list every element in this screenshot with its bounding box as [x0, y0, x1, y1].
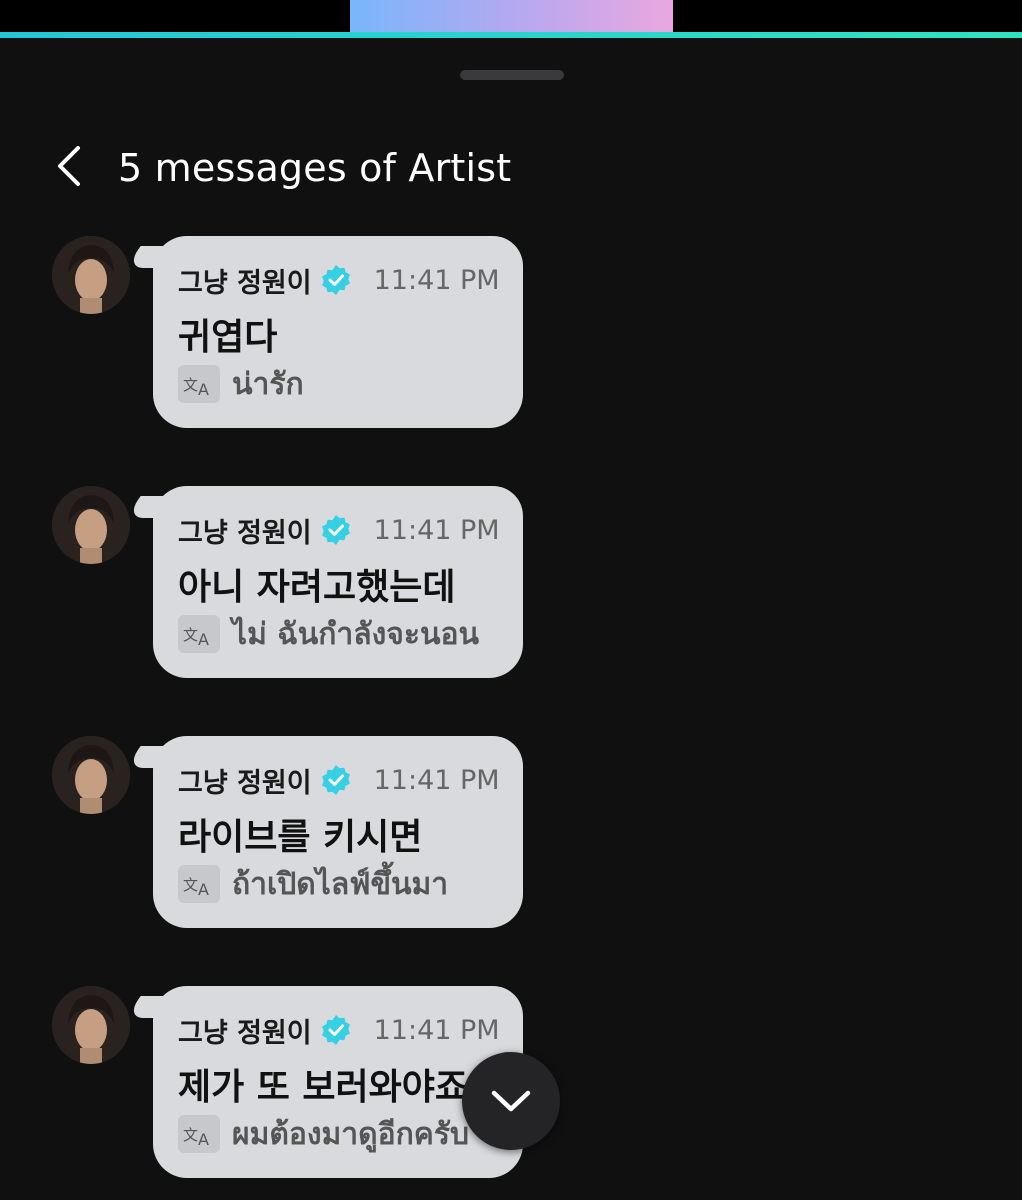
status-bar	[0, 0, 1022, 32]
message-item: 그냥 정원이 11:41 PM 아니 자려고했는데 文A ไม่ ฉันกำลั…	[52, 486, 532, 680]
verified-badge-icon	[320, 764, 352, 796]
sender-name: 그냥 정원이	[178, 517, 312, 549]
message-time: 11:41 PM	[373, 764, 500, 796]
avatar[interactable]	[52, 736, 130, 814]
svg-text:A: A	[198, 880, 209, 899]
sheet-drag-handle[interactable]	[460, 70, 564, 80]
translation-text: ผมต้องมาดูอีกครับ	[232, 1116, 470, 1152]
message-meta: 그냥 정원이 11:41 PM	[178, 1011, 500, 1049]
message-time: 11:41 PM	[373, 514, 500, 546]
message-text: 귀엽다	[178, 317, 278, 358]
avatar[interactable]	[52, 236, 130, 314]
sender-name: 그냥 정원이	[178, 1017, 312, 1049]
svg-text:文: 文	[183, 626, 198, 644]
verified-badge-icon	[320, 1014, 352, 1046]
message-bubble[interactable]: 그냥 정원이 11:41 PM 귀엽다 文A น่ารัก	[153, 236, 523, 428]
translation-text: น่ารัก	[232, 366, 304, 402]
message-meta: 그냥 정원이 11:41 PM	[178, 511, 500, 549]
message-bubble[interactable]: 그냥 정원이 11:41 PM 라이브를 키시면 文A ถ้าเปิดไลฟ์ข…	[153, 736, 523, 928]
chevron-left-icon	[58, 146, 80, 186]
svg-text:文: 文	[183, 876, 198, 894]
svg-text:A: A	[198, 630, 209, 649]
translation-row: 文A ไม่ ฉันกำลังจะนอน	[178, 615, 479, 653]
message-text: 제가 또 보러와야죠	[178, 1067, 469, 1108]
sender-name: 그냥 정원이	[178, 767, 312, 799]
message-item: 그냥 정원이 11:41 PM 라이브를 키시면 文A ถ้าเปิดไลฟ์ข…	[52, 736, 532, 930]
svg-text:文: 文	[183, 376, 198, 394]
verified-badge-icon	[320, 264, 352, 296]
status-gradient	[350, 0, 673, 32]
svg-text:A: A	[198, 380, 209, 399]
translate-icon[interactable]: 文A	[178, 365, 220, 403]
message-meta: 그냥 정원이 11:41 PM	[178, 261, 500, 299]
svg-text:A: A	[198, 1130, 209, 1149]
svg-text:文: 文	[183, 1126, 198, 1144]
message-text: 아니 자려고했는데	[178, 567, 456, 608]
message-item: 그냥 정원이 11:41 PM 제가 또 보러와야죠 文A ผมต้องมาดู…	[52, 986, 532, 1180]
scroll-to-bottom-button[interactable]	[462, 1052, 560, 1150]
sender-name: 그냥 정원이	[178, 267, 312, 299]
translation-text: ไม่ ฉันกำลังจะนอน	[232, 616, 480, 652]
translate-icon[interactable]: 文A	[178, 1115, 220, 1153]
avatar[interactable]	[52, 486, 130, 564]
translate-icon[interactable]: 文A	[178, 865, 220, 903]
translation-row: 文A ถ้าเปิดไลฟ์ขึ้นมา	[178, 865, 448, 903]
message-time: 11:41 PM	[373, 264, 500, 296]
page-title: 5 messages of Artist	[118, 146, 512, 190]
translation-row: 文A ผมต้องมาดูอีกครับ	[178, 1115, 469, 1153]
message-bubble[interactable]: 그냥 정원이 11:41 PM 아니 자려고했는데 文A ไม่ ฉันกำลั…	[153, 486, 523, 678]
message-meta: 그냥 정원이 11:41 PM	[178, 761, 500, 799]
message-text: 라이브를 키시면	[178, 817, 423, 858]
message-time: 11:41 PM	[373, 1014, 500, 1046]
translation-text: ถ้าเปิดไลฟ์ขึ้นมา	[232, 866, 449, 902]
translation-row: 文A น่ารัก	[178, 365, 304, 403]
chevron-down-icon	[491, 1090, 531, 1112]
translate-icon[interactable]: 文A	[178, 615, 220, 653]
verified-badge-icon	[320, 514, 352, 546]
avatar[interactable]	[52, 986, 130, 1064]
back-button[interactable]	[44, 142, 92, 190]
message-item: 그냥 정원이 11:41 PM 귀엽다 文A น่ารัก	[52, 236, 532, 430]
